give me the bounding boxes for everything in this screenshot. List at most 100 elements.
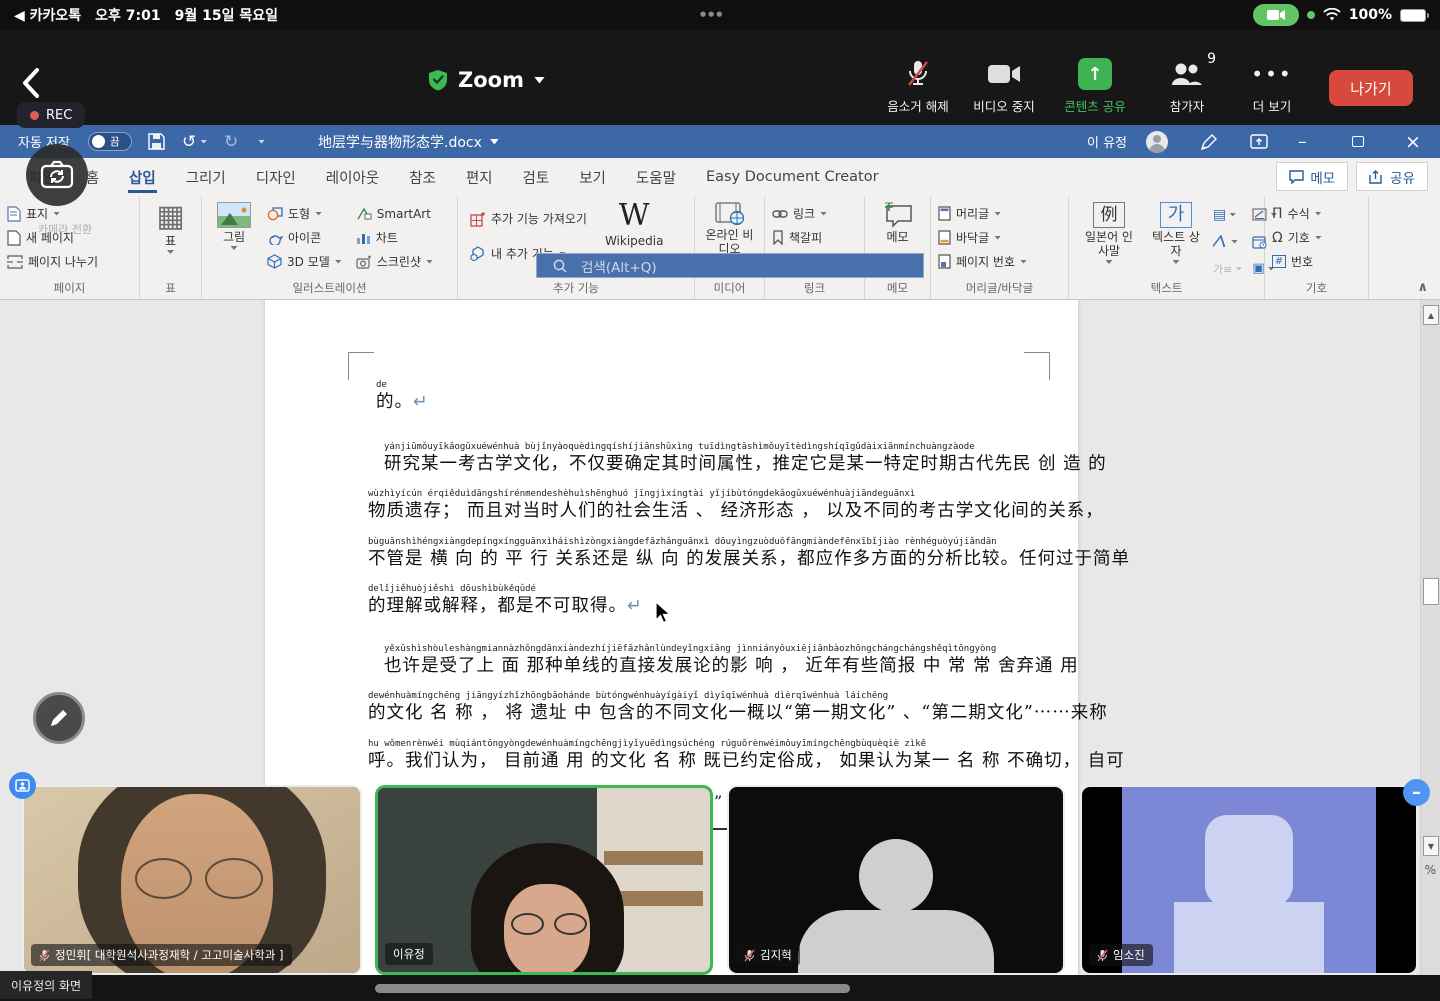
present-window-icon	[1250, 134, 1268, 149]
user-avatar[interactable]	[1146, 125, 1168, 158]
stop-video-button[interactable]: 비디오 중지	[958, 58, 1050, 115]
icons-button[interactable]: 아이콘	[264, 227, 345, 248]
wifi-icon	[1323, 8, 1341, 22]
picture-button[interactable]: 그림	[212, 200, 256, 252]
share-document-button[interactable]: 공유	[1356, 162, 1428, 191]
security-shield-icon	[428, 69, 448, 91]
number-button[interactable]: # 번호	[1269, 251, 1325, 272]
save-button[interactable]	[148, 125, 165, 158]
textbox-button[interactable]: 가 텍스트 상자	[1146, 200, 1206, 266]
restore-button[interactable]	[1352, 125, 1364, 158]
quick-access-customize-button[interactable]	[258, 125, 265, 158]
pen-icon	[1200, 133, 1218, 151]
minimize-videos-button[interactable]: –	[1403, 779, 1430, 806]
japanese-greeting-button[interactable]: 例 일본어 인 사말	[1076, 200, 1142, 266]
bookmark-button[interactable]: 책갈피	[769, 227, 843, 248]
more-button[interactable]: ••• 더 보기	[1226, 58, 1318, 115]
doc-line-6: yěxǔshìshòuleshàngmiannàzhǒngdānxiàndezh…	[368, 644, 1068, 677]
tab-easy-document-creator[interactable]: Easy Document Creator	[691, 158, 894, 196]
gallery-view-toggle-button[interactable]	[9, 772, 36, 799]
tab-layout[interactable]: 레이아웃	[311, 158, 394, 196]
page-break-button[interactable]: 페이지 나누기	[4, 251, 101, 272]
scroll-thumb[interactable]	[1423, 578, 1439, 605]
shapes-icon	[267, 207, 283, 221]
group-links: 링크 책갈피 상호 참조 링크	[765, 196, 865, 299]
annotate-pencil-button[interactable]	[33, 692, 85, 744]
quick-parts-button[interactable]: ▤	[1210, 204, 1245, 225]
unmute-button[interactable]: 음소거 해제	[872, 58, 964, 115]
header-button[interactable]: 머리글	[935, 203, 1030, 224]
comments-button[interactable]: 메모	[1276, 162, 1348, 191]
undo-button[interactable]: ↺	[182, 125, 207, 158]
back-button[interactable]	[22, 68, 40, 98]
switch-camera-button[interactable]	[26, 144, 88, 206]
status-date: 9월 15일 목요일	[175, 5, 278, 25]
chart-button[interactable]: 차트	[353, 227, 436, 248]
screenshot-button[interactable]: 스크린샷	[353, 251, 436, 272]
table-button[interactable]: ▦ 표	[151, 200, 189, 256]
meeting-info-button[interactable]: Zoom	[428, 68, 545, 92]
3d-models-button[interactable]: 3D 모델	[264, 251, 345, 272]
group-text: 例 일본어 인 사말 가 텍스트 상자 ▤	[1069, 196, 1265, 299]
group-comment: 메모 메모	[865, 196, 931, 299]
video-tile-2[interactable]: 이유정	[375, 785, 713, 975]
search-input[interactable]: 검색(Alt+Q)	[536, 253, 924, 278]
group-media: 온라인 비디오 미디어	[695, 196, 765, 299]
new-comment-button[interactable]: 메모	[878, 200, 918, 246]
chart-icon	[356, 231, 371, 245]
minimize-button[interactable]: –	[1298, 125, 1307, 158]
tab-mailings[interactable]: 편지	[451, 158, 508, 196]
equation-button[interactable]: Π 수식	[1269, 203, 1325, 224]
tab-view[interactable]: 보기	[564, 158, 621, 196]
participants-button[interactable]: 9 참가자	[1141, 58, 1233, 115]
wordart-button[interactable]	[1210, 231, 1245, 252]
tab-design[interactable]: 디자인	[241, 158, 311, 196]
cover-page-icon	[7, 206, 21, 222]
symbol-button[interactable]: Ω 기호	[1269, 227, 1325, 248]
document-title-menu[interactable]: 地层学与器物形态学.docx	[318, 125, 499, 158]
save-icon	[148, 133, 165, 150]
battery-icon	[1400, 9, 1426, 22]
dropcap-button[interactable]: 가≡	[1210, 258, 1245, 279]
link-button[interactable]: 링크	[769, 203, 843, 224]
shapes-button[interactable]: 도형	[264, 203, 345, 224]
doc-line-1: de 的。↵	[368, 380, 1068, 413]
autosave-toggle[interactable]: 끔	[88, 125, 132, 158]
online-video-button[interactable]: 온라인 비디오	[701, 200, 759, 258]
footer-button[interactable]: 바닥글	[935, 227, 1030, 248]
japanese-greeting-icon: 例	[1093, 202, 1125, 228]
back-to-app[interactable]: ◀ 카카오톡	[14, 5, 81, 25]
video-tile-4[interactable]: 임소진	[1080, 785, 1418, 975]
paragraph-mark-icon: ↵	[627, 596, 643, 616]
collapse-ribbon-button[interactable]: ∧	[1417, 280, 1428, 295]
doc-line-fragment	[712, 828, 728, 830]
scroll-down-button[interactable]: ▼	[1423, 836, 1439, 856]
wikipedia-button[interactable]: W Wikipedia	[600, 200, 669, 250]
leave-meeting-button[interactable]: 나가기	[1329, 70, 1413, 106]
group-addins: 추가 기능 가져오기 내 추가 기능 W Wikipedia 추가 기능	[458, 196, 695, 299]
page-number-icon	[938, 254, 951, 269]
share-content-button[interactable]: ↑ 콘텐츠 공유	[1049, 58, 1141, 115]
close-button[interactable]: ×	[1405, 125, 1421, 158]
tab-draw[interactable]: 그리기	[171, 158, 241, 196]
rec-dot-icon	[30, 111, 39, 120]
avatar-silhouette-body	[798, 910, 994, 975]
tab-review[interactable]: 검토	[508, 158, 565, 196]
user-name: 이 유정	[1087, 125, 1127, 158]
scroll-up-button[interactable]: ▲	[1423, 305, 1439, 325]
pen-tools-button[interactable]	[1200, 125, 1218, 158]
tab-help[interactable]: 도움말	[621, 158, 691, 196]
avatar-silhouette-head	[859, 839, 933, 913]
smartart-button[interactable]: SmartArt	[353, 203, 436, 224]
get-addins-button[interactable]: 추가 기능 가져오기	[467, 208, 590, 229]
page-number-button[interactable]: 페이지 번호	[935, 251, 1030, 272]
tab-references[interactable]: 참조	[394, 158, 451, 196]
ribbon-display-options-button[interactable]	[1250, 125, 1268, 158]
get-addins-icon	[470, 211, 486, 227]
tab-insert[interactable]: 삽입	[114, 158, 171, 196]
video-tile-1[interactable]: 정민휘[ 대학원석사과정재학 / 고고미술사학과 ]	[22, 785, 362, 975]
redo-button[interactable]: ↻	[224, 125, 238, 158]
video-tile-3[interactable]: 김지혁	[727, 785, 1065, 975]
switch-camera-icon	[39, 160, 75, 190]
horizontal-scrollbar[interactable]	[375, 984, 850, 993]
